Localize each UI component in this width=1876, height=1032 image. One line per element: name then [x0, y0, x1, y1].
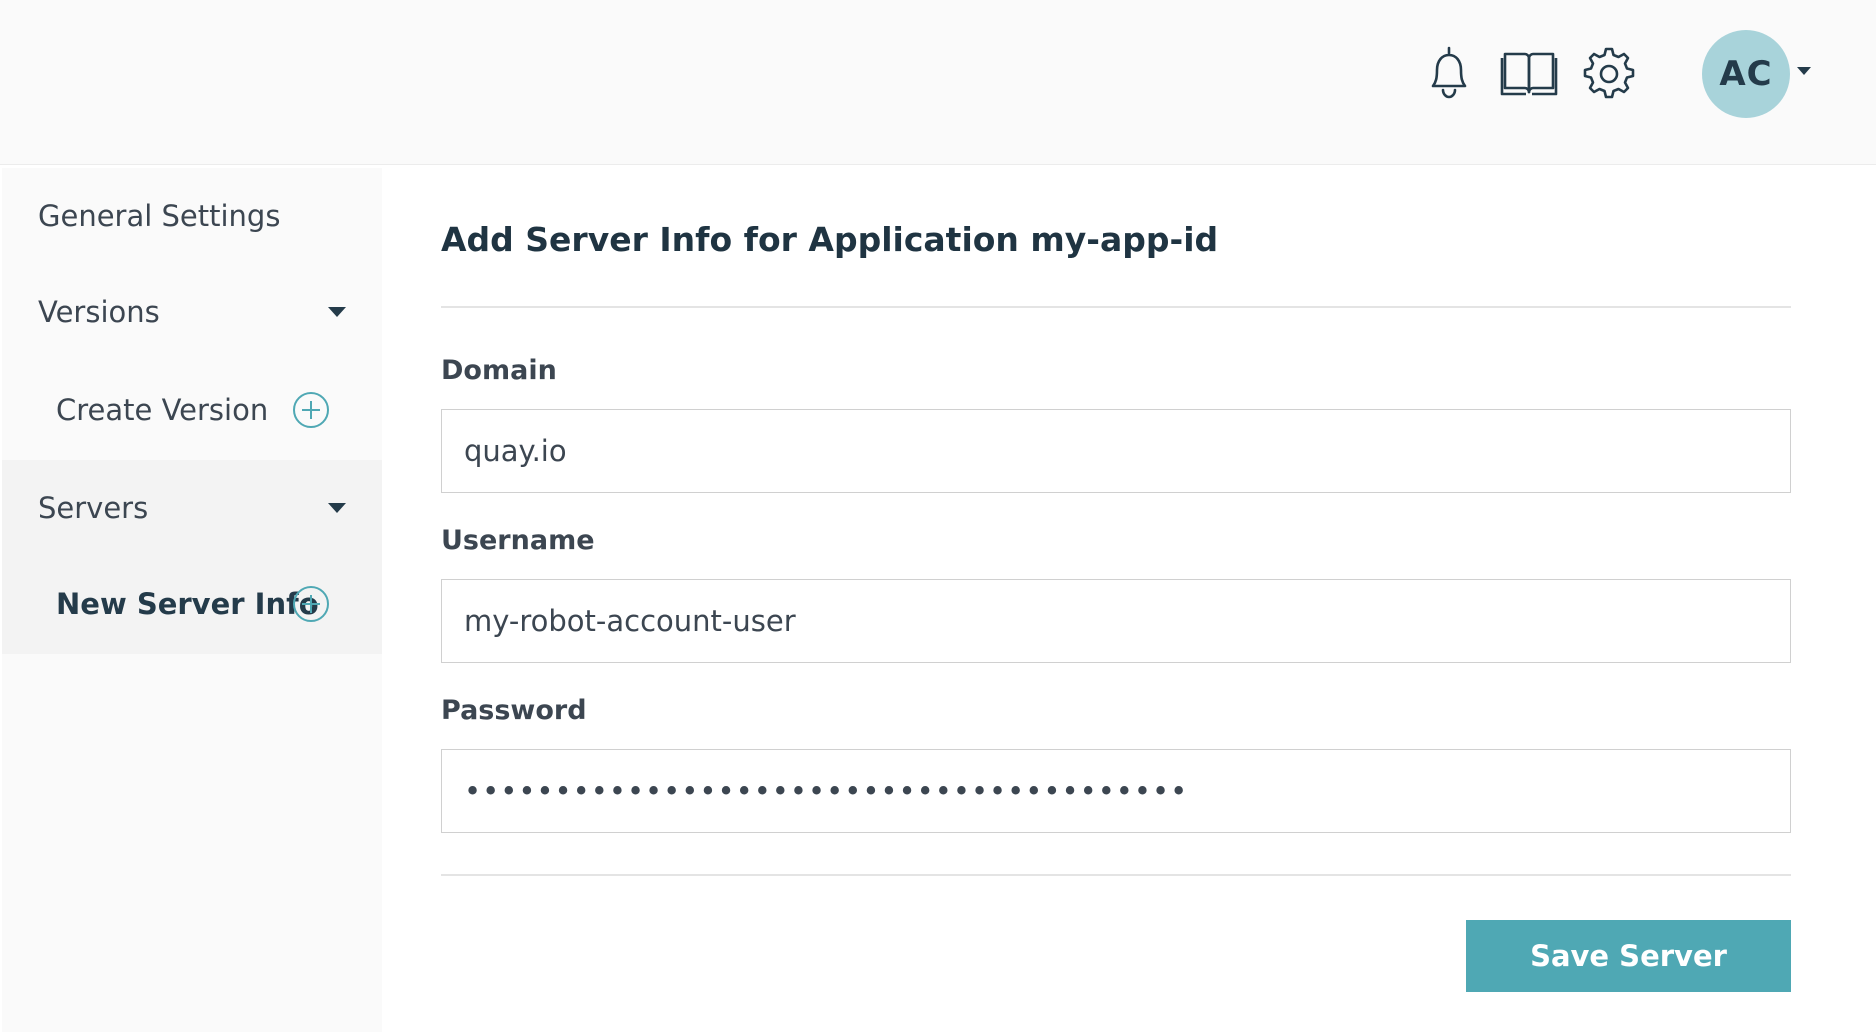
sidebar-item-servers[interactable]: Servers — [2, 460, 382, 556]
divider — [441, 874, 1791, 876]
book-icon[interactable] — [1493, 38, 1565, 110]
caret-down-icon — [328, 307, 346, 317]
sidebar-item-general-settings[interactable]: General Settings — [2, 168, 382, 264]
divider — [441, 306, 1791, 308]
servers-section: Servers New Server Info — [2, 460, 382, 654]
caret-down-icon — [328, 503, 346, 513]
username-field[interactable] — [441, 579, 1791, 663]
sidebar-item-create-version[interactable]: Create Version — [2, 362, 382, 458]
username-label: Username — [441, 525, 595, 556]
password-field[interactable] — [441, 749, 1791, 833]
sidebar-item-versions[interactable]: Versions — [2, 264, 382, 360]
bell-icon[interactable] — [1413, 38, 1485, 110]
top-bar: AC — [0, 0, 1876, 165]
avatar-initials: AC — [1719, 54, 1773, 94]
sidebar-item-label: New Server Info — [56, 587, 319, 621]
page-title: Add Server Info for Application my-app-i… — [441, 220, 1219, 259]
gear-icon[interactable] — [1573, 38, 1645, 110]
sidebar-item-label: Servers — [38, 491, 149, 525]
add-circle-icon[interactable] — [292, 585, 330, 623]
password-label: Password — [441, 695, 587, 726]
domain-label: Domain — [441, 355, 557, 386]
sidebar-item-new-server-info[interactable]: New Server Info — [2, 556, 382, 652]
sidebar-item-label: Versions — [38, 295, 160, 329]
add-circle-icon[interactable] — [292, 391, 330, 429]
domain-field[interactable] — [441, 409, 1791, 493]
avatar[interactable]: AC — [1702, 30, 1790, 118]
save-server-button[interactable]: Save Server — [1466, 920, 1791, 992]
chevron-down-icon[interactable] — [1797, 67, 1811, 75]
sidebar-item-label: Create Version — [56, 393, 269, 427]
sidebar: General Settings Versions Create Version… — [2, 168, 382, 1032]
sidebar-item-label: General Settings — [38, 199, 281, 233]
